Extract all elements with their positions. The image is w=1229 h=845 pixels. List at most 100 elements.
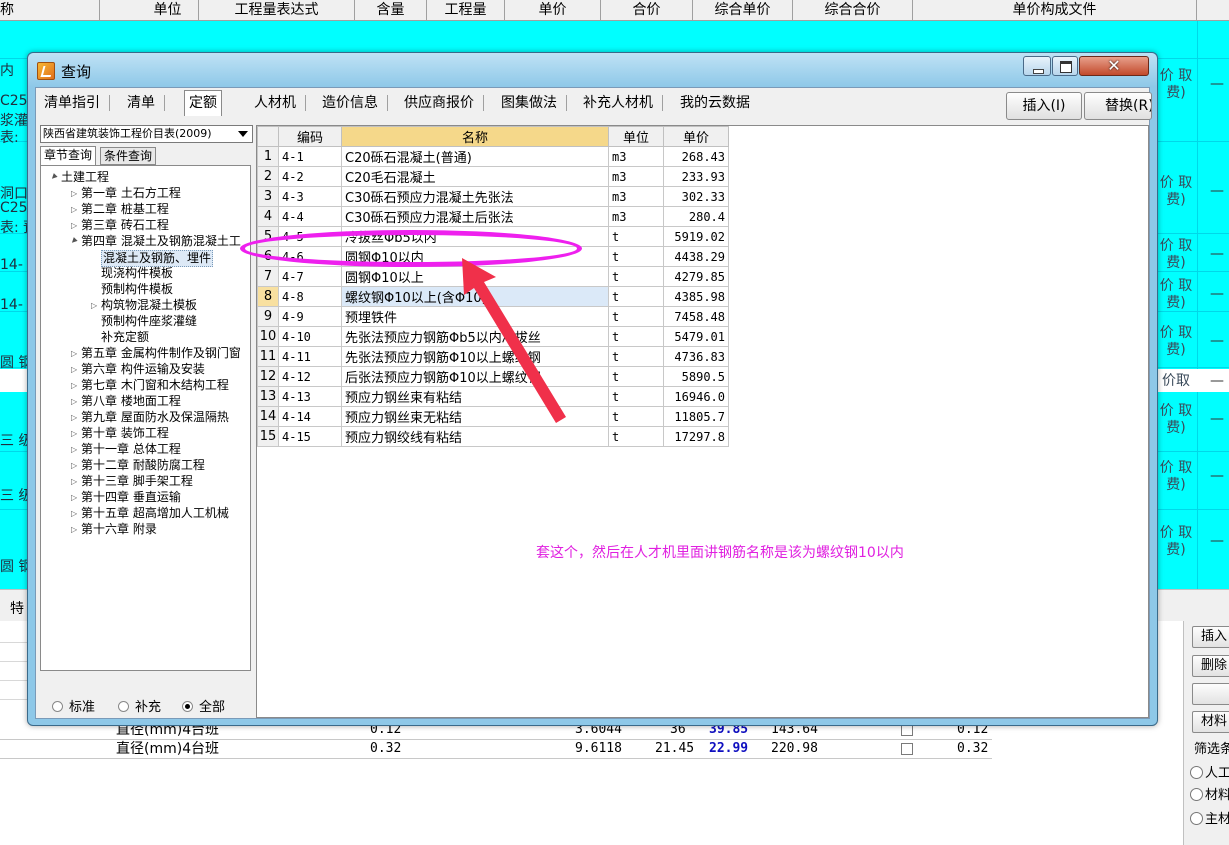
tree-node[interactable]: 现浇构件模板: [101, 266, 173, 281]
col-header-price[interactable]: 单价: [663, 126, 729, 147]
table-row[interactable]: 5 4-5 冷拔丝Φb5以内 t 5919.02: [257, 226, 729, 247]
tree-expand-icon[interactable]: ▷: [91, 301, 97, 310]
table-row[interactable]: 8 4-8 螺纹钢Φ10以上(含Φ10) t 4385.98: [257, 286, 729, 307]
tree-node[interactable]: 土建工程: [61, 170, 109, 185]
minimize-icon[interactable]: [1023, 56, 1051, 76]
tab-supplement-lmm[interactable]: 补充人材机: [579, 91, 663, 115]
table-row[interactable]: 12 4-12 后张法预应力钢筋Φ10以上螺纹钢 t 5890.5: [257, 366, 729, 387]
chevron-down-icon[interactable]: [238, 131, 248, 137]
tree-node[interactable]: 第一章 土石方工程: [81, 186, 181, 201]
table-row[interactable]: 13 4-13 预应力钢丝束有粘结 t 16946.0: [257, 386, 729, 407]
table-row[interactable]: 10 4-10 先张法预应力钢筋Φb5以内冷拔丝 t 5479.01: [257, 326, 729, 347]
bottom-tab[interactable]: 特: [10, 598, 24, 618]
tree-node[interactable]: 第十一章 总体工程: [81, 442, 181, 457]
insert-button[interactable]: 插入(I): [1006, 92, 1082, 120]
table-row[interactable]: 4 4-4 C30砾石预应力混凝土后张法 m3 280.4: [257, 206, 729, 227]
table-row[interactable]: 7 4-7 圆钢Φ10以上 t 4279.85: [257, 266, 729, 287]
tree-node[interactable]: 补充定额: [101, 330, 149, 345]
tree-expand-icon[interactable]: ▷: [71, 461, 77, 470]
delete-button[interactable]: 删除: [1192, 655, 1229, 677]
dialog-titlebar[interactable]: 查询 ✕: [28, 53, 1157, 87]
tab-bill-guide[interactable]: 清单指引: [40, 91, 110, 115]
tab-bill[interactable]: 清单: [123, 91, 165, 115]
tree-node[interactable]: 第十二章 耐酸防腐工程: [81, 458, 205, 473]
filter-radio-material[interactable]: 材料: [1190, 784, 1229, 803]
table-row[interactable]: 14 4-14 预应力钢丝束无粘结 t 11805.7: [257, 406, 729, 427]
tree-expand-icon[interactable]: ▷: [71, 397, 77, 406]
col-header[interactable]: 单价构成文件: [913, 0, 1197, 21]
tab-condition-query[interactable]: 条件查询: [100, 147, 157, 165]
tree-node[interactable]: 预制构件模板: [101, 282, 173, 297]
col-header[interactable]: 含量: [355, 0, 427, 21]
tree-expand-icon[interactable]: ▷: [71, 381, 77, 390]
tree-node[interactable]: 构筑物混凝土模板: [101, 298, 197, 313]
col-header[interactable]: 工程量表达式: [199, 0, 355, 21]
filter-radio-labor[interactable]: 人工: [1190, 762, 1229, 781]
col-header[interactable]: 称: [0, 0, 100, 21]
table-row[interactable]: 9 4-9 预埋铁件 t 7458.48: [257, 306, 729, 327]
tab-cloud-data[interactable]: 我的云数据: [676, 91, 754, 115]
radio-standard[interactable]: 标准: [52, 696, 95, 715]
table-row[interactable]: 11 4-11 先张法预应力钢筋Φ10以上螺纹钢 t 4736.83: [257, 346, 729, 367]
tree-node[interactable]: 第八章 楼地面工程: [81, 394, 181, 409]
tree-node[interactable]: 第六章 构件运输及安装: [81, 362, 205, 377]
tree-collapse-icon[interactable]: ▲: [69, 236, 78, 245]
radio-supplement[interactable]: 补充: [118, 696, 161, 715]
col-header[interactable]: 综合单价: [693, 0, 793, 21]
col-header[interactable]: 合价: [601, 0, 693, 21]
tree-node[interactable]: 混凝土及钢筋、埋件: [101, 250, 214, 267]
tab-cost-info[interactable]: 造价信息: [318, 91, 388, 115]
tree-node[interactable]: 第十章 装饰工程: [81, 426, 169, 441]
row-checkbox[interactable]: [901, 743, 913, 755]
tree-node[interactable]: 第十三章 脚手架工程: [81, 474, 193, 489]
close-icon[interactable]: ✕: [1079, 56, 1149, 76]
maximize-icon[interactable]: [1052, 56, 1078, 76]
tab-chapter-query[interactable]: 章节查询: [40, 146, 97, 165]
tree-expand-icon[interactable]: ▷: [71, 493, 77, 502]
tab-labor-material-machine[interactable]: 人材机: [250, 91, 306, 115]
material-button[interactable]: 材料: [1192, 711, 1229, 733]
tree-node[interactable]: 第十六章 附录: [81, 522, 157, 537]
tab-atlas-method[interactable]: 图集做法: [497, 91, 567, 115]
tree-expand-icon[interactable]: ▷: [71, 349, 77, 358]
tree-node[interactable]: 第五章 金属构件制作及钢门窗: [81, 346, 241, 361]
radio-all[interactable]: 全部: [182, 696, 225, 715]
tree-expand-icon[interactable]: ▷: [71, 205, 77, 214]
tree-node[interactable]: 第三章 砖石工程: [81, 218, 169, 233]
tree-node[interactable]: 第十四章 垂直运输: [81, 490, 181, 505]
tree-expand-icon[interactable]: ▷: [71, 429, 77, 438]
tree-collapse-icon[interactable]: ▲: [49, 172, 58, 181]
tree-expand-icon[interactable]: ▷: [71, 365, 77, 374]
col-header[interactable]: 工程量: [427, 0, 505, 21]
col-header[interactable]: 综合合价: [793, 0, 913, 21]
tab-quota[interactable]: 定额: [184, 90, 222, 116]
tree-expand-icon[interactable]: ▷: [71, 509, 77, 518]
replace-button[interactable]: 替换(R): [1084, 92, 1152, 120]
tree-node[interactable]: 第十五章 超高增加人工机械: [81, 506, 229, 521]
action-button[interactable]: [1192, 683, 1229, 705]
filter-radio-main-material[interactable]: 主材: [1190, 808, 1229, 827]
table-row[interactable]: 2 4-2 C20毛石混凝土 m3 233.93: [257, 166, 729, 187]
tree-node[interactable]: 第二章 桩基工程: [81, 202, 169, 217]
tree-expand-icon[interactable]: ▷: [71, 221, 77, 230]
tab-supplier-quote[interactable]: 供应商报价: [400, 91, 484, 115]
library-select[interactable]: 陕西省建筑装饰工程价目表(2009): [40, 125, 253, 143]
tree-expand-icon[interactable]: ▷: [71, 189, 77, 198]
col-header-index[interactable]: [257, 126, 279, 147]
table-row[interactable]: 直径(mm)4 台班 0.32 9.6118 21.45 22.99 220.9…: [0, 740, 992, 759]
col-header-unit[interactable]: 单位: [608, 126, 664, 147]
tree-node[interactable]: 第七章 木门窗和木结构工程: [81, 378, 229, 393]
table-row[interactable]: 6 4-6 圆钢Φ10以内 t 4438.29: [257, 246, 729, 267]
tree-expand-icon[interactable]: ▷: [71, 525, 77, 534]
table-row[interactable]: 1 4-1 C20砾石混凝土(普通) m3 268.43: [257, 146, 729, 167]
tree-node[interactable]: 第四章 混凝土及钢筋混凝土工: [81, 234, 241, 249]
col-header-code[interactable]: 编码: [278, 126, 342, 147]
tree-expand-icon[interactable]: ▷: [71, 413, 77, 422]
insert-button[interactable]: 插入: [1192, 626, 1229, 648]
col-header[interactable]: 单位: [137, 0, 199, 21]
table-row[interactable]: 15 4-15 预应力钢绞线有粘结 t 17297.8: [257, 426, 729, 447]
table-row[interactable]: 3 4-3 C30砾石预应力混凝土先张法 m3 302.33: [257, 186, 729, 207]
col-header-name[interactable]: 名称: [341, 126, 609, 147]
tree-node[interactable]: 预制构件座浆灌缝: [101, 314, 197, 329]
tree-expand-icon[interactable]: ▷: [71, 477, 77, 486]
